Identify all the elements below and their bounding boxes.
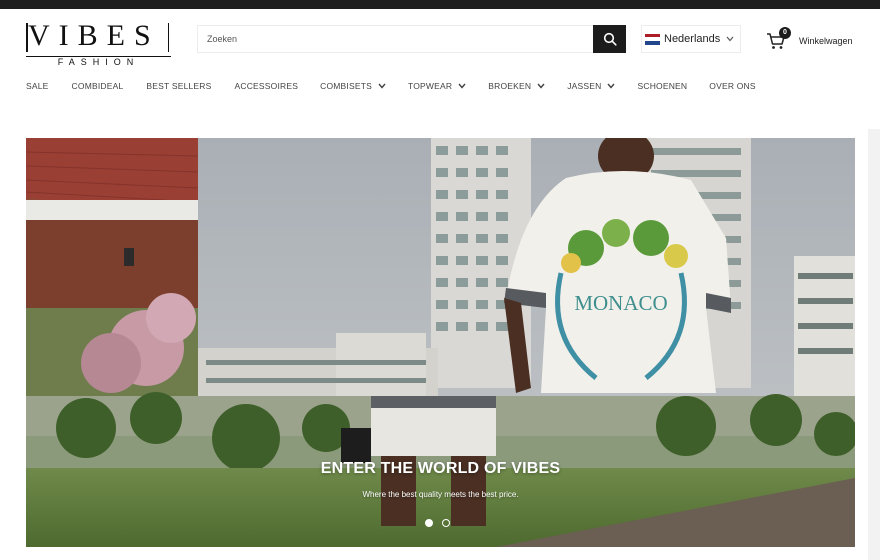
language-selector[interactable]: Nederlands <box>641 25 741 53</box>
netherlands-flag-icon <box>645 33 660 45</box>
nav-item-label: COMBISETS <box>320 81 372 91</box>
hero-title: ENTER THE WORLD OF VIBES <box>320 460 561 477</box>
chevron-down-icon <box>537 83 545 89</box>
nav-item-label: ACCESSOIRES <box>234 81 299 91</box>
nav-item-label: SALE <box>26 81 49 91</box>
search-button[interactable] <box>593 25 626 53</box>
shirt-print-text: MONACO <box>574 291 667 315</box>
language-label: Nederlands <box>664 33 721 45</box>
logo-subtitle: FASHION <box>57 57 140 67</box>
nav-item-broeken[interactable]: BROEKEN <box>488 81 545 91</box>
chevron-down-icon <box>726 36 734 42</box>
nav-item-accessoires[interactable]: ACCESSOIRES <box>235 81 299 91</box>
announcement-bar <box>0 0 880 9</box>
hero-subtitle: Where the best quality meets the best pr… <box>362 490 519 499</box>
hero-image: MONACO <box>26 138 855 547</box>
nav-item-label: SCHOENEN <box>637 81 688 91</box>
nav-item-label: COMBIDEAL <box>71 81 124 91</box>
slide-dot-2[interactable] <box>442 519 450 527</box>
brand-logo[interactable]: VIBES FASHION <box>26 19 171 67</box>
cart-count-badge: 0 <box>779 27 791 39</box>
slide-dot-1[interactable] <box>425 519 433 527</box>
nav-item-topwear[interactable]: TOPWEAR <box>408 81 466 91</box>
nav-item-jassen[interactable]: JASSEN <box>567 81 616 91</box>
nav-item-label: JASSEN <box>567 81 602 91</box>
logo-bar-right <box>167 23 169 52</box>
nav-item-label: TOPWEAR <box>408 81 453 91</box>
nav-item-label: BEST SELLERS <box>146 81 212 91</box>
nav-item-best-sellers[interactable]: BEST SELLERS <box>146 81 211 91</box>
main-navigation: SALE COMBIDEAL BEST SELLERS ACCESSOIRES … <box>26 79 756 93</box>
chevron-down-icon <box>607 83 616 89</box>
search-bar <box>197 25 626 53</box>
search-icon <box>603 32 617 46</box>
hero-slideshow[interactable]: MONACO ENTER THE WORLD OF VIBES Where th… <box>26 138 855 547</box>
nav-item-combisets[interactable]: COMBISETS <box>320 81 386 91</box>
nav-item-over-ons[interactable]: OVER ONS <box>709 81 755 91</box>
nav-item-sale[interactable]: SALE <box>26 81 49 91</box>
search-input[interactable] <box>198 26 594 52</box>
logo-wordmark: VIBES <box>28 19 160 52</box>
page-scrollbar[interactable] <box>868 129 880 560</box>
cart-label: Winkelwagen <box>799 36 853 46</box>
chevron-down-icon <box>458 83 466 89</box>
nav-item-label: BROEKEN <box>488 81 532 91</box>
chevron-down-icon <box>378 83 386 89</box>
slideshow-dots <box>425 519 450 527</box>
nav-item-combideal[interactable]: COMBIDEAL <box>72 81 124 91</box>
nav-item-label: OVER ONS <box>709 81 756 91</box>
cart-button[interactable]: 0 Winkelwagen <box>766 27 866 53</box>
cart-icon: 0 <box>766 27 791 51</box>
nav-item-schoenen[interactable]: SCHOENEN <box>637 81 687 91</box>
